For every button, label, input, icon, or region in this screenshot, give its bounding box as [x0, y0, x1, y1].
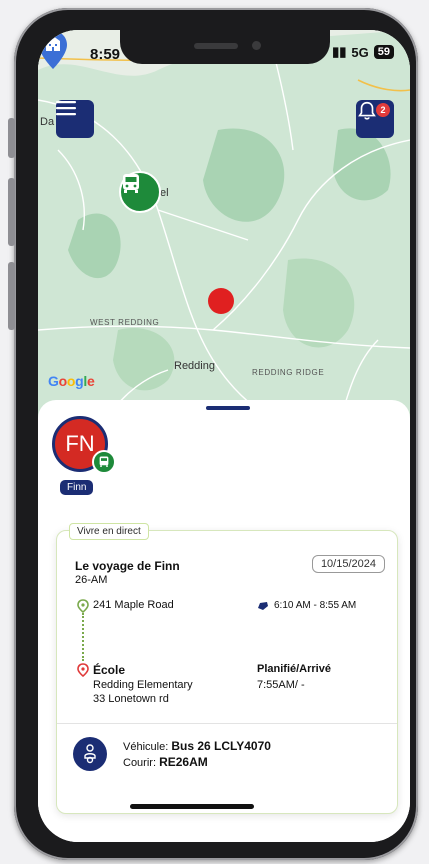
map-label-redding-ridge: REDDING RIDGE — [252, 368, 325, 377]
vehicle-avatar — [73, 737, 107, 771]
school-name: Redding Elementary — [93, 679, 193, 691]
speaker — [194, 43, 238, 49]
map-view[interactable]: 8:59 ▮▮ 5G 59 Da el 2 WEST REDDING Reddi… — [38, 30, 410, 430]
menu-button[interactable] — [56, 100, 94, 138]
battery-indicator: 59 — [373, 45, 394, 59]
live-tag: Vivre en direct — [69, 523, 149, 540]
bus-map-marker[interactable] — [119, 171, 161, 213]
google-logo: Google — [48, 373, 95, 389]
map-terrain — [38, 30, 410, 430]
trip-card[interactable]: Vivre en direct Le voyage de Finn 26-AM … — [56, 523, 398, 814]
vehicle-line: Véhicule: Bus 26 LCLY4070 — [123, 739, 271, 753]
school-address: 33 Lonetown rd — [93, 693, 169, 705]
destination-label: École — [93, 663, 126, 677]
time-range-text: 6:10 AM - 8:55 AM — [274, 600, 357, 611]
map-label-redding: Redding — [174, 360, 215, 372]
notification-badge: 2 — [376, 103, 390, 117]
bell-icon — [358, 101, 376, 120]
map-label-west-redding: WEST REDDING — [90, 318, 160, 327]
signal-icon: ▮▮ — [332, 44, 347, 59]
bus-icon — [99, 456, 109, 467]
student-name-chip[interactable]: Finn — [60, 480, 94, 495]
bus-small-icon — [258, 601, 268, 610]
driver-icon — [84, 744, 96, 764]
sheet-drag-handle[interactable] — [206, 406, 250, 410]
school-pin-icon — [77, 663, 89, 677]
route-connector — [82, 613, 84, 661]
side-button-volume-down — [8, 262, 15, 330]
trip-route: 26-AM — [75, 574, 108, 586]
trip-time-range: 6:10 AM - 8:55 AM — [257, 600, 356, 611]
alert-marker[interactable] — [208, 288, 234, 314]
notifications-button[interactable]: 2 — [356, 100, 394, 138]
avatar-bus-badge — [92, 450, 116, 474]
pickup-address: 241 Maple Road — [93, 599, 174, 611]
vehicle-label: Véhicule: — [123, 741, 169, 753]
notch — [120, 30, 330, 64]
side-button-mute — [8, 118, 15, 158]
home-indicator[interactable] — [130, 804, 254, 809]
status-indicators: ▮▮ 5G 59 — [332, 44, 394, 60]
camera — [252, 41, 261, 50]
trip-date[interactable]: 10/15/2024 — [311, 555, 385, 573]
screen: 8:59 ▮▮ 5G 59 Da el 2 WEST REDDING Reddi… — [38, 30, 410, 842]
hamburger-icon — [56, 101, 76, 116]
run-label: Courir: — [123, 757, 157, 769]
map-edge-label: Da — [40, 116, 55, 128]
side-button-volume-up — [8, 178, 15, 246]
vehicle-value: Bus 26 LCLY4070 — [171, 739, 271, 753]
planned-label: Planifié/Arrivé — [257, 663, 331, 675]
planned-value: 7:55AM/ - — [257, 679, 305, 691]
pickup-pin-icon — [77, 599, 89, 613]
bus-icon — [123, 174, 139, 193]
map-edge-label-bus: el — [160, 187, 169, 199]
status-time: 8:59 — [90, 46, 121, 63]
school-pin[interactable] — [38, 30, 68, 70]
network-label: 5G — [351, 44, 369, 60]
card-divider — [57, 723, 397, 724]
run-value: RE26AM — [159, 755, 208, 769]
bottom-sheet: FN Finn Vivre en direct Le voyage de Fin… — [38, 400, 410, 842]
trip-title: Le voyage de Finn — [75, 559, 180, 573]
run-line: Courir: RE26AM — [123, 755, 208, 769]
